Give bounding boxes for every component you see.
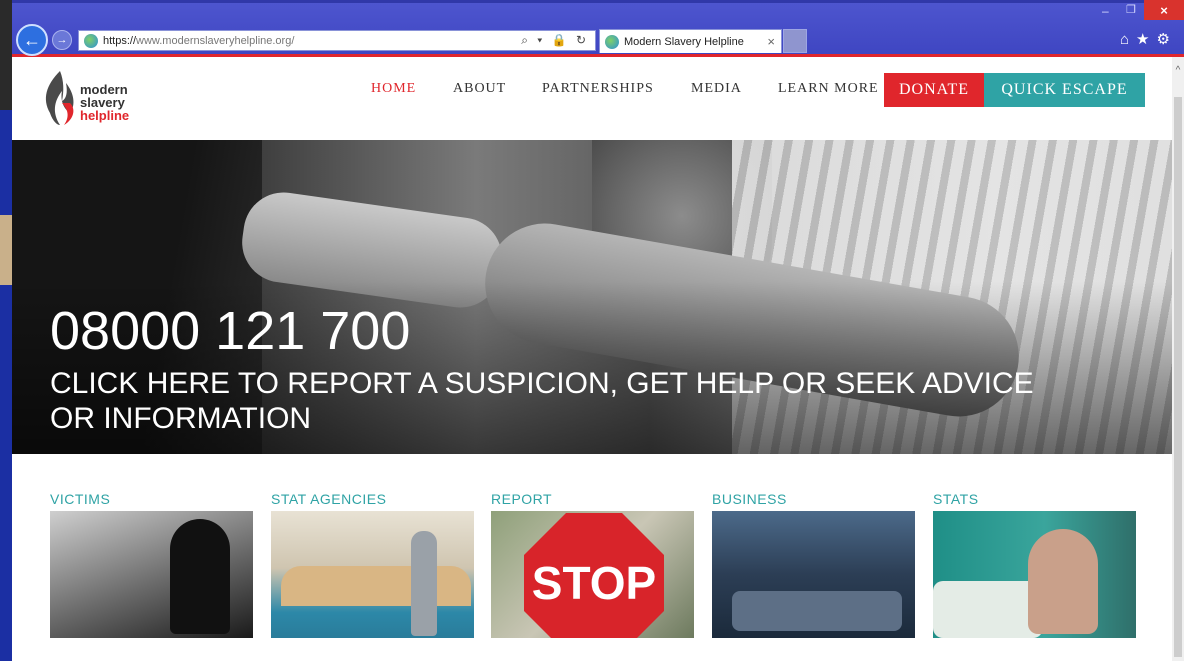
image-sheet [933, 581, 1043, 638]
card-business[interactable]: BUSINESS [712, 491, 915, 638]
site-logo[interactable]: modern slavery helpline [40, 65, 160, 131]
window-close-button[interactable]: × [1144, 0, 1184, 20]
home-favorites-settings-icons[interactable]: ⌂★⚙ [1120, 30, 1177, 48]
image-figure [1028, 529, 1098, 634]
url-host: www.modernslaveryhelpline.org/ [136, 34, 295, 47]
image-figure [411, 531, 437, 636]
browser-window: ← → https:// www.modernslaveryhelpline.o… [12, 0, 1184, 661]
logo-wordmark: modern slavery helpline [80, 83, 129, 122]
nav-partnerships[interactable]: PARTNERSHIPS [542, 81, 654, 97]
nav-home[interactable]: HOME [371, 81, 416, 97]
forward-button[interactable]: → [52, 30, 72, 50]
tab-favicon-icon [605, 34, 619, 49]
donate-button[interactable]: DONATE [884, 73, 984, 107]
page-scrollbar[interactable]: ^ [1172, 57, 1184, 661]
back-button[interactable]: ← [16, 24, 48, 56]
card-victims[interactable]: VICTIMS [50, 491, 253, 638]
image-bed [732, 591, 902, 631]
card-image-business[interactable] [712, 511, 915, 638]
address-bar[interactable]: https:// www.modernslaveryhelpline.org/ … [78, 30, 596, 51]
card-stats[interactable]: STATS [933, 491, 1136, 638]
minimize-icon[interactable]: – [1102, 4, 1109, 18]
scroll-thumb[interactable] [1174, 97, 1182, 657]
chrome-top-edge [12, 0, 1184, 3]
nav-about[interactable]: ABOUT [453, 81, 506, 97]
card-image-report[interactable]: STOP [491, 511, 694, 638]
nav-media[interactable]: MEDIA [691, 81, 742, 97]
card-image-stat-agencies[interactable] [271, 511, 474, 638]
card-label[interactable]: BUSINESS [712, 491, 915, 509]
new-tab-button[interactable] [783, 29, 807, 53]
card-label[interactable]: STATS [933, 491, 1136, 509]
flame-hand-logo-icon [45, 71, 74, 125]
stop-sign-image: STOP [524, 513, 664, 638]
image-figure [170, 519, 230, 634]
scroll-up-arrow-icon[interactable]: ^ [1172, 65, 1184, 76]
report-suspicion-link[interactable]: CLICK HERE TO REPORT A SUSPICION, GET HE… [50, 366, 1050, 436]
card-stat-agencies[interactable]: STAT AGENCIES [271, 491, 474, 638]
arrow-left-icon: ← [23, 29, 41, 50]
browser-tab[interactable]: Modern Slavery Helpline × [599, 29, 782, 53]
image-desk [281, 566, 471, 606]
browser-chrome: ← → https:// www.modernslaveryhelpline.o… [12, 0, 1184, 57]
card-label[interactable]: VICTIMS [50, 491, 253, 509]
search-lock-refresh-icons[interactable]: ⌕ ▾ 🔒 ↻ [521, 33, 589, 48]
nav-learn-more[interactable]: LEARN MORE [778, 81, 879, 97]
tab-title: Modern Slavery Helpline [624, 35, 744, 48]
url-scheme: https:// [103, 34, 137, 47]
logo-line-helpline: helpline [80, 108, 130, 123]
hero-banner[interactable]: 08000 121 700 CLICK HERE TO REPORT A SUS… [12, 140, 1172, 454]
site-favicon-icon [84, 33, 98, 48]
site-header: modern slavery helpline HOME ABOUT PARTN… [12, 57, 1172, 140]
arrow-right-icon: → [56, 34, 68, 46]
restore-icon[interactable]: ❐ [1126, 3, 1136, 16]
quick-escape-button[interactable]: QUICK ESCAPE [984, 73, 1145, 107]
tab-close-icon[interactable]: × [767, 34, 775, 49]
helpline-phone-number[interactable]: 08000 121 700 [50, 300, 410, 362]
card-image-victims[interactable] [50, 511, 253, 638]
card-label[interactable]: STAT AGENCIES [271, 491, 474, 509]
card-label[interactable]: REPORT [491, 491, 694, 509]
card-image-stats[interactable] [933, 511, 1136, 638]
card-report[interactable]: REPORT STOP [491, 491, 694, 638]
